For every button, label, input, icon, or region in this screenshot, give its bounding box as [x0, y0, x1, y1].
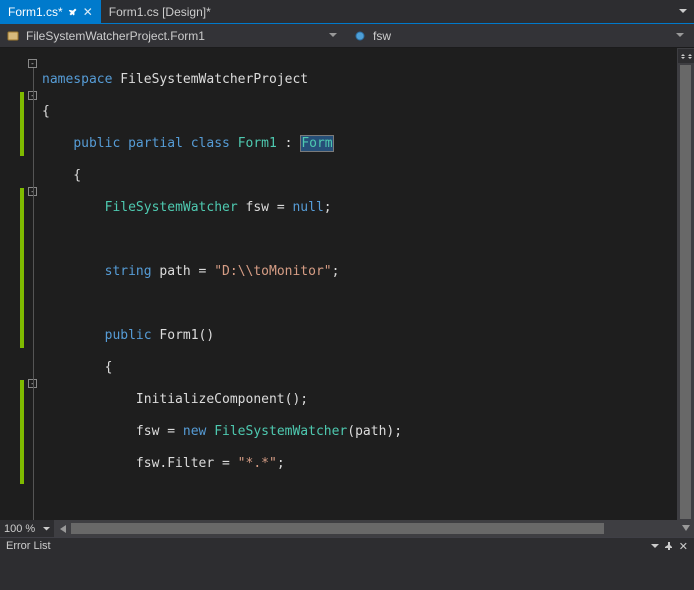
- scroll-track[interactable]: [677, 65, 694, 519]
- code-token: namespace: [42, 72, 112, 87]
- member-dropdown[interactable]: fsw: [347, 29, 676, 43]
- code-token: :: [277, 136, 300, 151]
- outline-region: [33, 68, 34, 540]
- code-token: new: [183, 424, 206, 439]
- tab-form1-cs[interactable]: Form1.cs* ✕: [0, 0, 101, 23]
- code-token: path =: [152, 264, 215, 279]
- code-token: "D:\\toMonitor": [214, 264, 331, 279]
- field-icon: [353, 29, 367, 43]
- class-dropdown[interactable]: FileSystemWatcherProject.Form1: [0, 29, 329, 43]
- change-marker: [20, 380, 24, 484]
- chevron-down-icon[interactable]: [676, 33, 694, 38]
- chevron-down-icon[interactable]: [651, 544, 659, 549]
- scroll-left-icon[interactable]: [54, 520, 71, 537]
- code-token: partial: [120, 136, 183, 151]
- zoom-dropdown[interactable]: 100 %: [0, 520, 54, 537]
- code-token: "*.*": [238, 456, 277, 471]
- code-token: fsw.Filter =: [42, 456, 238, 471]
- chevron-down-icon[interactable]: [329, 33, 347, 38]
- code-editor: - - - - namespace FileSystemWatcherProje…: [0, 48, 694, 554]
- code-token: {: [42, 360, 694, 376]
- code-token: (path);: [347, 424, 402, 439]
- code-token: {: [42, 104, 694, 120]
- scroll-down-icon[interactable]: [677, 519, 694, 536]
- code-token: fsw =: [42, 424, 183, 439]
- fold-toggle[interactable]: -: [28, 59, 37, 68]
- horizontal-scrollbar[interactable]: [54, 520, 694, 537]
- tab-form1-design[interactable]: Form1.cs [Design]*: [101, 0, 219, 23]
- code-token: public: [73, 136, 120, 151]
- tab-label: Form1.cs*: [8, 5, 63, 19]
- code-token: ;: [332, 264, 340, 279]
- code-token: InitializeComponent();: [42, 392, 694, 408]
- pin-icon[interactable]: [665, 542, 673, 550]
- code-token: string: [105, 264, 152, 279]
- code-token: class: [183, 136, 230, 151]
- code-token: fsw =: [238, 200, 293, 215]
- code-token: public: [105, 328, 152, 343]
- tab-overflow-dropdown[interactable]: [672, 0, 694, 23]
- bottom-panel-header[interactable]: Error List ✕: [0, 537, 694, 554]
- document-tabs: Form1.cs* ✕ Form1.cs [Design]*: [0, 0, 694, 24]
- close-icon[interactable]: ✕: [83, 5, 93, 19]
- change-marker: [20, 188, 24, 348]
- editor-gutter: - - - -: [0, 48, 38, 554]
- code-token: FileSystemWatcher: [105, 200, 238, 215]
- pin-icon[interactable]: [67, 6, 78, 17]
- navigation-bar: FileSystemWatcherProject.Form1 fsw: [0, 24, 694, 48]
- code-highlighted-word: Form: [300, 135, 333, 152]
- code-token: null: [292, 200, 323, 215]
- class-name: FileSystemWatcherProject.Form1: [26, 29, 205, 43]
- scroll-track[interactable]: [71, 520, 677, 537]
- split-editor-icon[interactable]: [678, 49, 694, 63]
- tab-label: Form1.cs [Design]*: [109, 5, 211, 19]
- code-token: ;: [324, 200, 332, 215]
- tab-spacer: [219, 0, 672, 23]
- code-token: {: [42, 168, 694, 184]
- code-token: Form1: [230, 136, 277, 151]
- zoom-label: 100 %: [4, 523, 35, 535]
- code-token: FileSystemWatcherProject: [112, 72, 308, 87]
- class-icon: [6, 29, 20, 43]
- change-marker: [20, 92, 24, 156]
- code-text[interactable]: namespace FileSystemWatcherProject { pub…: [38, 48, 694, 554]
- chevron-down-icon: [43, 527, 50, 531]
- scroll-thumb[interactable]: [71, 523, 604, 534]
- code-token: FileSystemWatcher: [214, 424, 347, 439]
- vertical-scrollbar[interactable]: [677, 48, 694, 536]
- member-name: fsw: [373, 29, 391, 43]
- close-icon[interactable]: ✕: [679, 540, 688, 553]
- code-token: ;: [277, 456, 285, 471]
- code-token: Form1(): [152, 328, 215, 343]
- editor-footer: 100 %: [0, 520, 694, 537]
- panel-title: Error List: [6, 540, 51, 552]
- scroll-thumb[interactable]: [680, 65, 691, 519]
